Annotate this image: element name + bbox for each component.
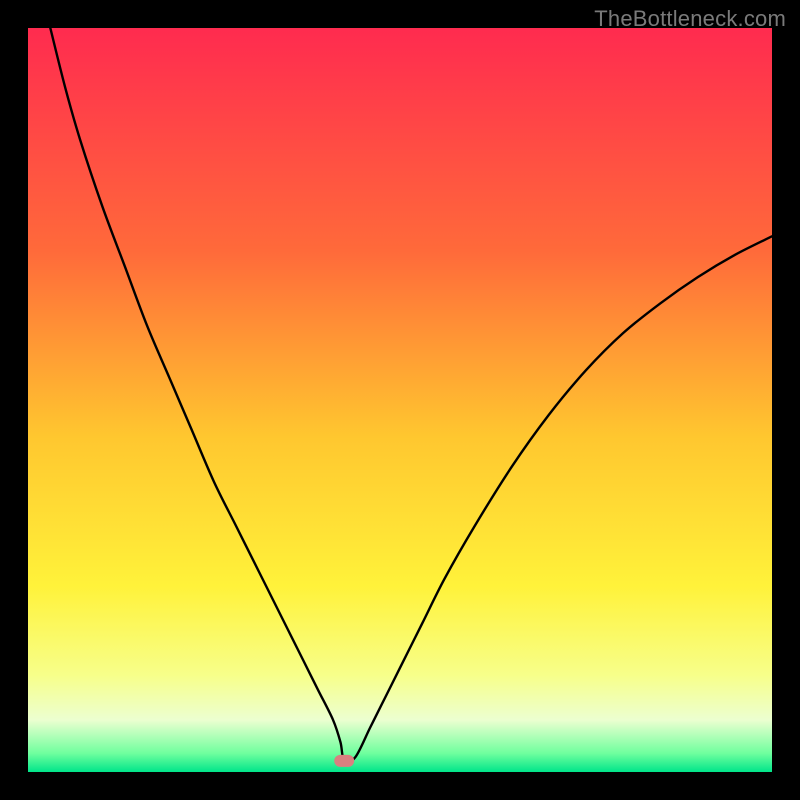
optimum-marker (334, 755, 354, 767)
chart-frame: TheBottleneck.com (0, 0, 800, 800)
plot-area (28, 28, 772, 772)
gradient-background (28, 28, 772, 772)
watermark-text: TheBottleneck.com (594, 6, 786, 32)
chart-svg (28, 28, 772, 772)
